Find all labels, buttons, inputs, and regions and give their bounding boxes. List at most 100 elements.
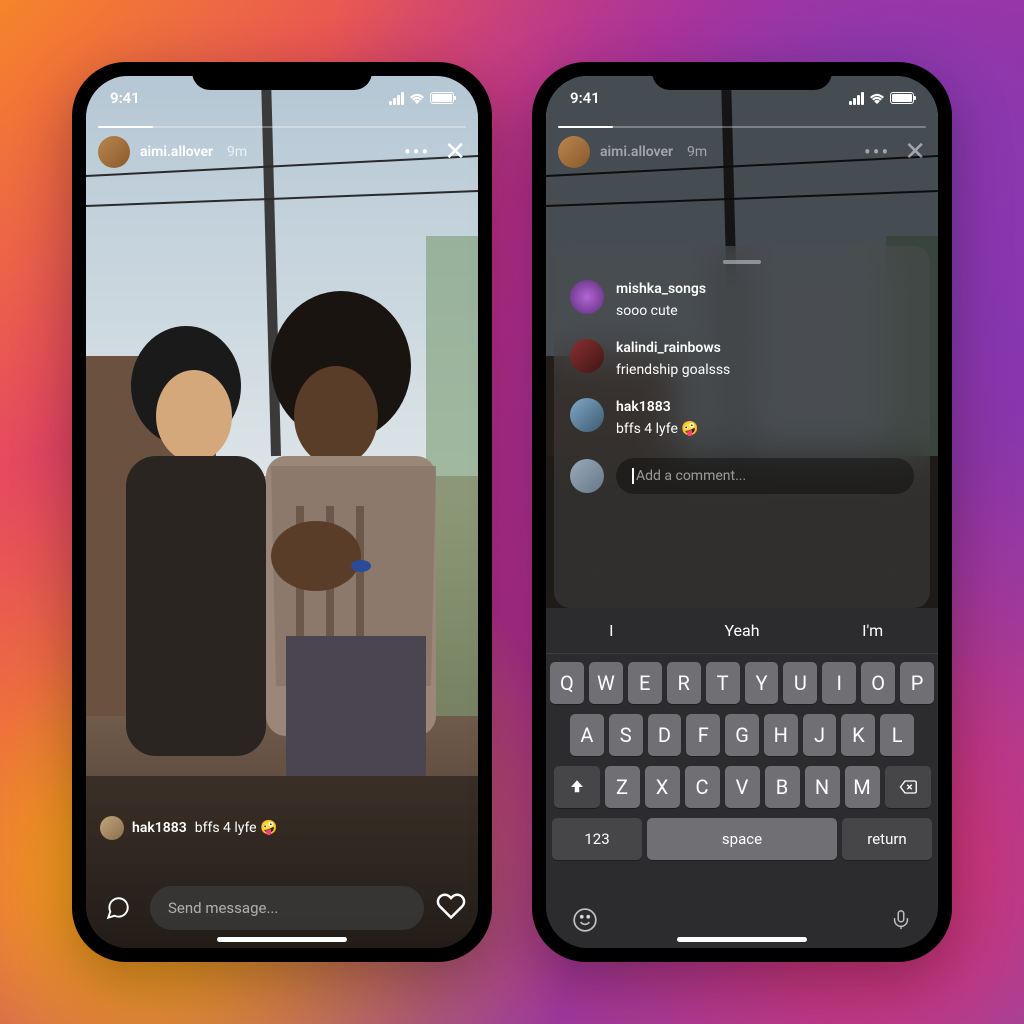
comment-item[interactable]: kalindi_rainbows friendship goalsss [570, 339, 914, 380]
author-avatar[interactable] [98, 136, 130, 168]
comments-sheet: mishka_songs sooo cute kalindi_rainbows … [554, 246, 930, 608]
keyboard: I Yeah I'm QWERTYUIOP ASDFGHJKL ZXCVBNM … [546, 608, 938, 948]
space-key[interactable]: space [647, 818, 837, 860]
keyboard-row: ASDFGHJKL [550, 714, 934, 756]
letter-key[interactable]: I [822, 662, 856, 704]
letter-key[interactable]: O [861, 662, 895, 704]
letter-key[interactable]: E [628, 662, 662, 704]
letter-key[interactable]: R [667, 662, 701, 704]
commenter-avatar [100, 816, 124, 840]
letter-key[interactable]: N [805, 766, 840, 808]
keyboard-row: 123 space return [550, 818, 934, 860]
letter-key[interactable]: X [645, 766, 680, 808]
battery-icon [430, 92, 454, 104]
comment-item[interactable]: hak1883 bffs 4 lyfe 🤪 [570, 398, 914, 439]
commenter-username: kalindi_rainbows [616, 339, 730, 359]
letter-key[interactable]: Q [550, 662, 584, 704]
add-comment-row: Add a comment... [570, 458, 914, 494]
letter-key[interactable]: G [725, 714, 759, 756]
commenter-avatar [570, 280, 604, 314]
prediction-option[interactable]: I'm [807, 621, 938, 640]
home-indicator[interactable] [677, 937, 807, 942]
phone-screen: 9:41 aimi.allover 9m ••• ✕ mishka_son [546, 76, 938, 948]
phone-notch [192, 62, 372, 90]
phone-notch [652, 62, 832, 90]
story-header: aimi.allover 9m ••• ✕ [558, 136, 926, 168]
comment-text: sooo cute [616, 303, 678, 319]
wifi-icon [409, 92, 425, 104]
story-header: aimi.allover 9m ••• ✕ [98, 136, 466, 168]
letter-key[interactable]: A [570, 714, 604, 756]
letter-key[interactable]: F [686, 714, 720, 756]
commenter-text: bffs 4 lyfe 🤪 [195, 820, 278, 836]
prediction-option[interactable]: I [546, 621, 677, 640]
cellular-icon [389, 92, 404, 105]
drag-handle[interactable] [723, 260, 761, 264]
home-indicator[interactable] [217, 937, 347, 942]
keyboard-row: ZXCVBNM [550, 766, 934, 808]
letter-key[interactable]: U [783, 662, 817, 704]
phone-mockup-right: 9:41 aimi.allover 9m ••• ✕ mishka_son [532, 62, 952, 962]
commenter-username: hak1883 [132, 820, 187, 836]
letter-key[interactable]: Z [605, 766, 640, 808]
story-footer: Send message... [98, 886, 466, 930]
cellular-icon [849, 92, 864, 105]
letter-key[interactable]: M [845, 766, 880, 808]
commenter-avatar [570, 398, 604, 432]
microphone-icon[interactable] [890, 907, 912, 937]
comment-item[interactable]: mishka_songs sooo cute [570, 280, 914, 321]
letter-key[interactable]: P [900, 662, 934, 704]
self-avatar [570, 459, 604, 493]
heart-icon [436, 891, 466, 921]
letter-key[interactable]: V [725, 766, 760, 808]
close-icon[interactable]: ✕ [904, 139, 926, 165]
story-timestamp: 9m [687, 144, 707, 160]
commenter-username: mishka_songs [616, 280, 706, 300]
add-comment-input[interactable]: Add a comment... [616, 458, 914, 494]
text-cursor [632, 468, 634, 484]
letter-key[interactable]: T [706, 662, 740, 704]
keyboard-predictions: I Yeah I'm [546, 608, 938, 654]
battery-icon [890, 92, 914, 104]
letter-key[interactable]: D [648, 714, 682, 756]
letter-key[interactable]: S [609, 714, 643, 756]
author-username[interactable]: aimi.allover [140, 144, 213, 160]
phone-mockup-left: 9:41 aimi.allover 9m ••• ✕ hak1883 bffs … [72, 62, 492, 962]
like-button[interactable] [436, 891, 466, 925]
status-time: 9:41 [570, 89, 600, 107]
letter-key[interactable]: B [765, 766, 800, 808]
author-username[interactable]: aimi.allover [600, 144, 673, 160]
story-progress-bar[interactable] [98, 126, 466, 128]
status-time: 9:41 [110, 89, 140, 107]
phone-screen: 9:41 aimi.allover 9m ••• ✕ hak1883 bffs … [86, 76, 478, 948]
send-message-input[interactable]: Send message... [150, 886, 424, 930]
status-indicators [849, 92, 914, 105]
story-timestamp: 9m [227, 144, 247, 160]
letter-key[interactable]: Y [745, 662, 779, 704]
letter-key[interactable]: L [880, 714, 914, 756]
letter-key[interactable]: J [803, 714, 837, 756]
author-avatar[interactable] [558, 136, 590, 168]
commenter-username: hak1883 [616, 398, 699, 418]
prediction-option[interactable]: Yeah [677, 621, 808, 640]
comments-icon[interactable] [98, 888, 138, 928]
wifi-icon [869, 92, 885, 104]
return-key[interactable]: return [842, 818, 932, 860]
send-message-placeholder: Send message... [168, 899, 278, 917]
keyboard-row: QWERTYUIOP [550, 662, 934, 704]
numbers-key[interactable]: 123 [552, 818, 642, 860]
comment-text: bffs 4 lyfe 🤪 [616, 421, 699, 437]
emoji-icon[interactable] [572, 907, 598, 937]
shift-key[interactable] [554, 766, 600, 808]
letter-key[interactable]: W [589, 662, 623, 704]
comment-text: friendship goalsss [616, 362, 730, 378]
close-icon[interactable]: ✕ [444, 139, 466, 165]
story-comment-overlay[interactable]: hak1883 bffs 4 lyfe 🤪 [100, 816, 278, 840]
more-options-icon[interactable]: ••• [404, 147, 430, 157]
more-options-icon[interactable]: ••• [864, 147, 890, 157]
letter-key[interactable]: K [841, 714, 875, 756]
story-progress-bar [558, 126, 926, 128]
backspace-key[interactable] [885, 766, 931, 808]
letter-key[interactable]: C [685, 766, 720, 808]
letter-key[interactable]: H [764, 714, 798, 756]
